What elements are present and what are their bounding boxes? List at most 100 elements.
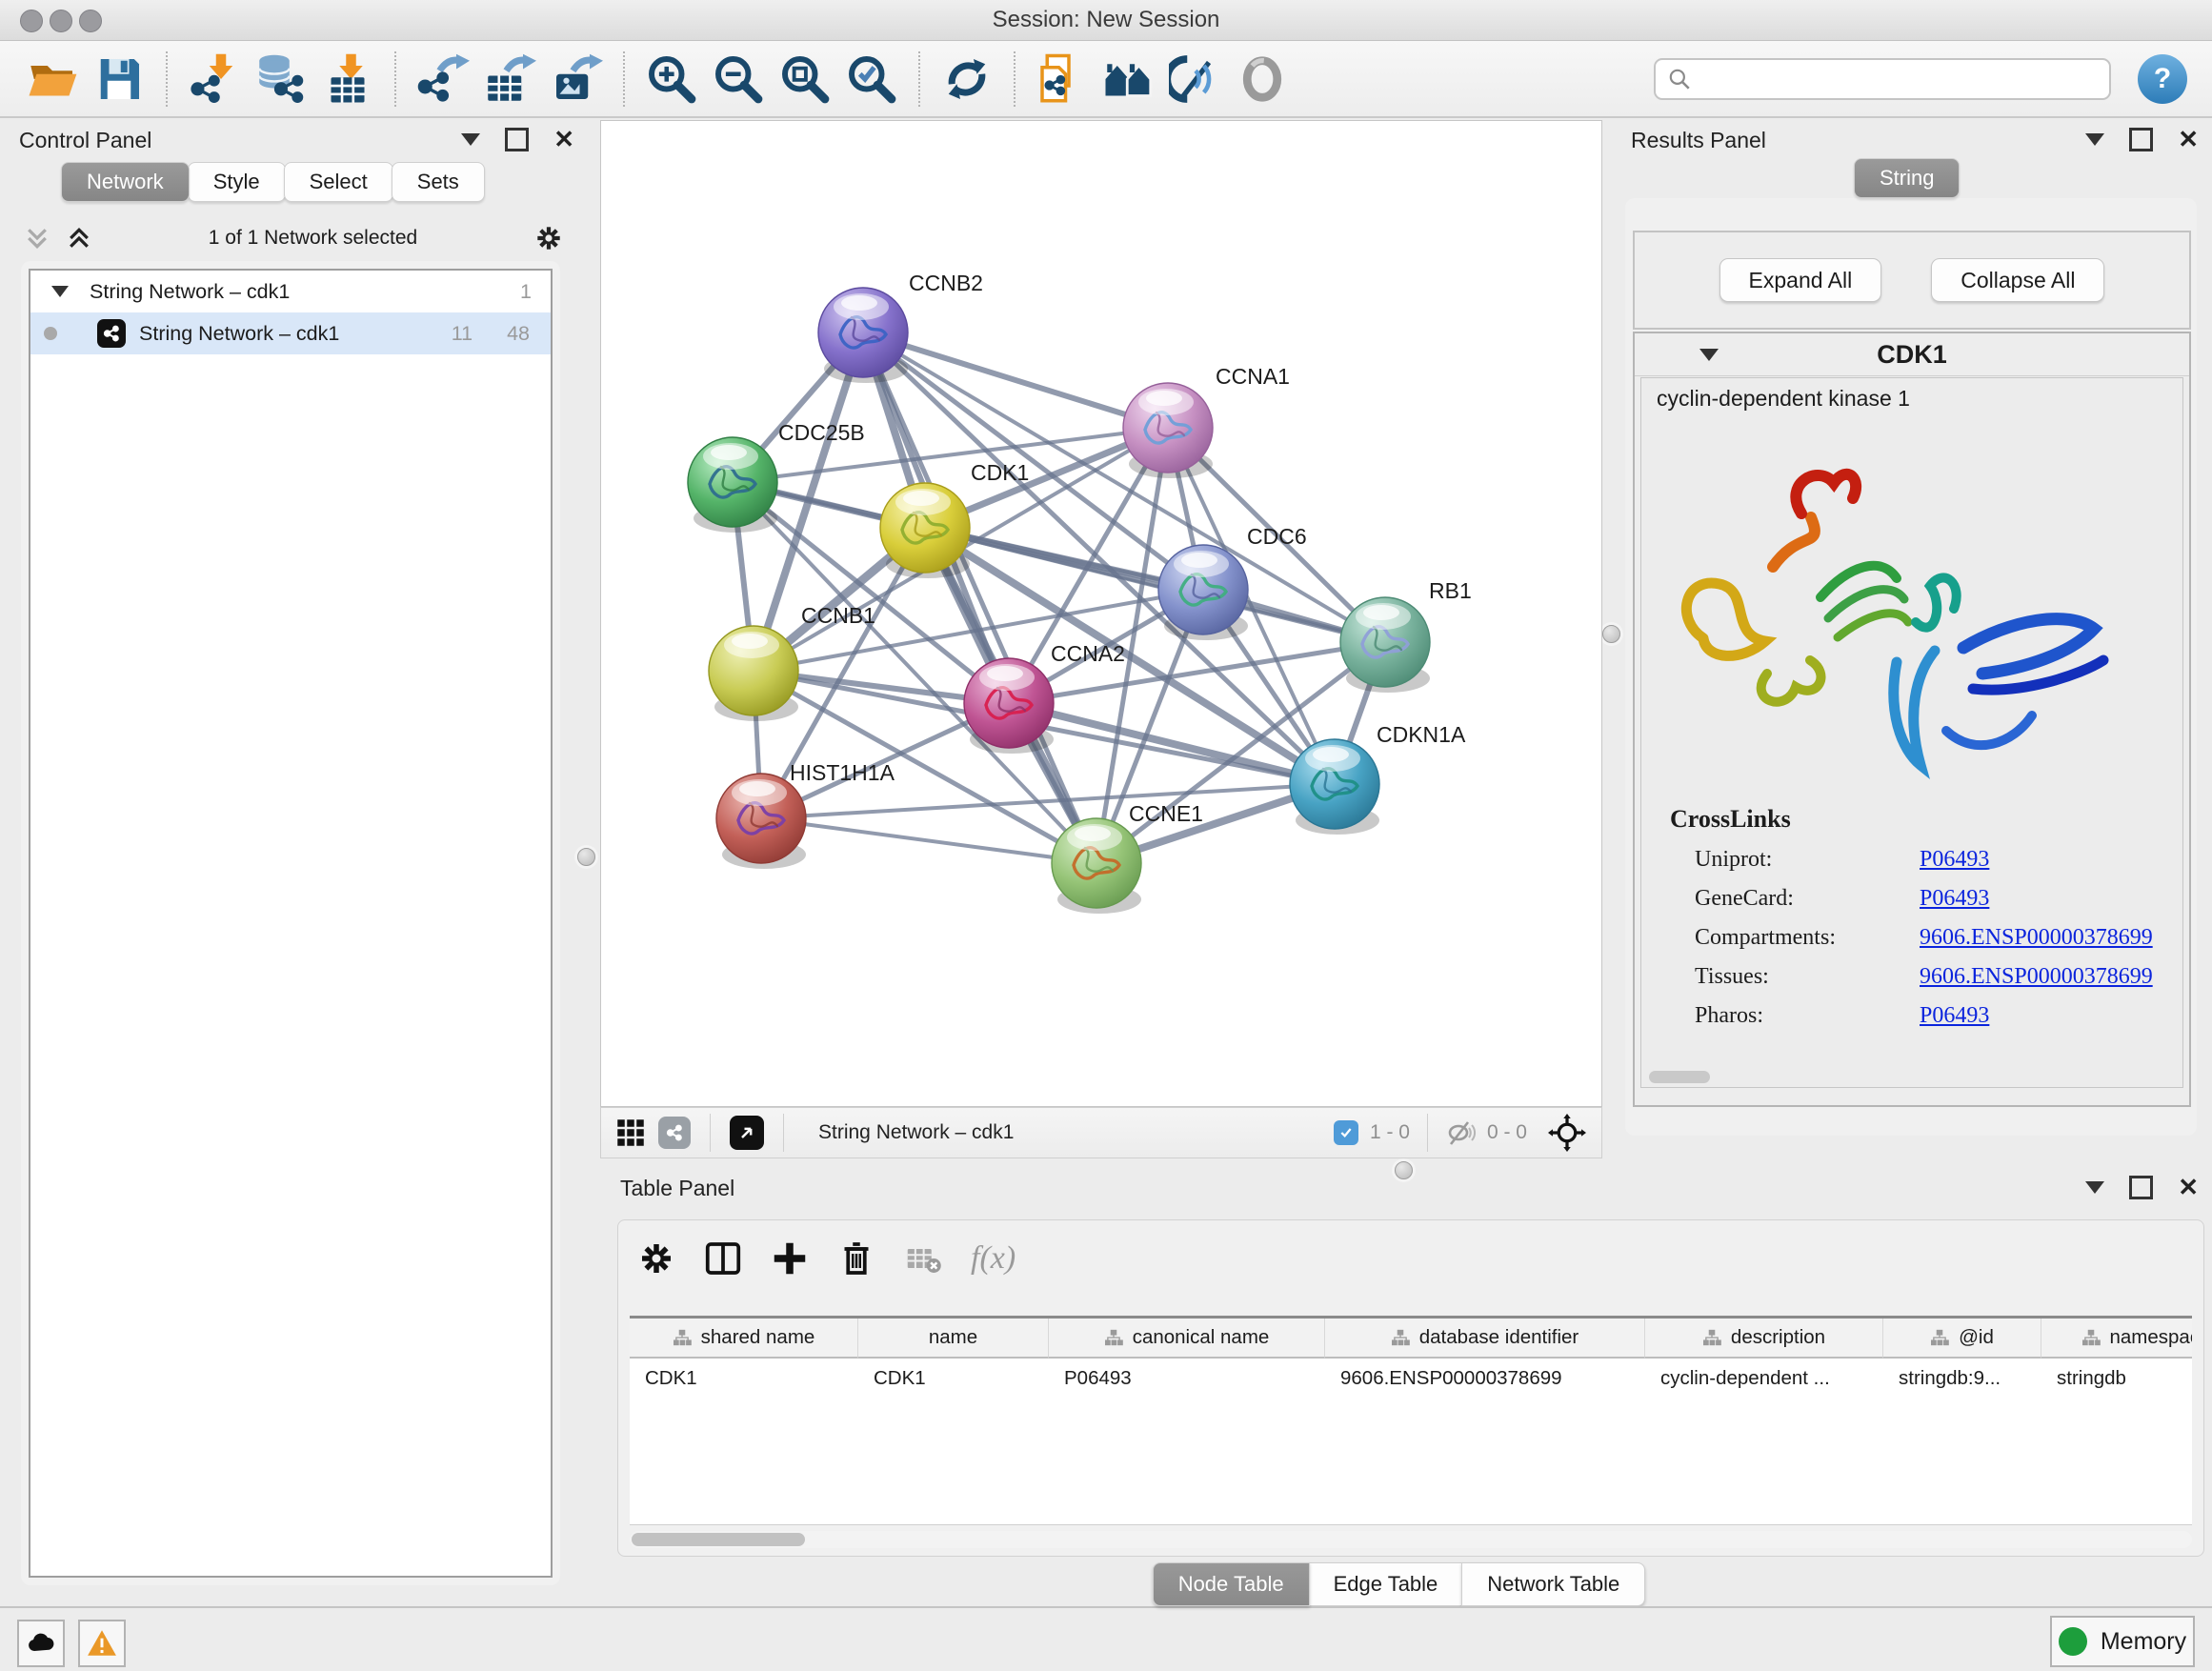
birds-eye-view-icon[interactable]	[1235, 51, 1290, 107]
show-columns-icon[interactable]	[704, 1239, 742, 1278]
crosslink-genecard-link[interactable]: P06493	[1920, 886, 1989, 912]
panel-menu-icon[interactable]	[2085, 133, 2104, 146]
network-edge-CCNB2-CCNE1[interactable]	[863, 332, 1096, 863]
column-header-shared-name[interactable]: shared name	[630, 1319, 858, 1359]
selected-checkbox-icon[interactable]	[1334, 1120, 1358, 1145]
show-graphics-details-icon[interactable]	[1168, 51, 1223, 107]
memory-button[interactable]: Memory	[2050, 1616, 2195, 1667]
collection-expander-icon[interactable]	[51, 286, 69, 297]
save-session-icon[interactable]	[91, 51, 147, 107]
network-edge-HIST1H1A-CCNE1[interactable]	[761, 818, 1096, 863]
crosslink-uniprot-link[interactable]: P06493	[1920, 847, 1989, 873]
tab-network-table[interactable]: Network Table	[1461, 1562, 1645, 1606]
delete-column-icon[interactable]	[837, 1239, 875, 1278]
network-node-CDC25B[interactable]	[688, 437, 777, 533]
network-canvas[interactable]: CCNB2CCNA1CDC25BCDK1CDC6RB1CCNB1CCNA2CDK…	[600, 120, 1602, 1107]
grid-view-icon[interactable]	[616, 1118, 645, 1147]
table-cell-description[interactable]: cyclin-dependent ...	[1645, 1359, 1883, 1399]
zoom-out-icon[interactable]	[711, 51, 766, 107]
table-cell-shared-name[interactable]: CDK1	[630, 1359, 858, 1399]
export-table-icon[interactable]	[482, 51, 537, 107]
string-homes-icon[interactable]	[1101, 51, 1156, 107]
network-row[interactable]: String Network – cdk1 11 48	[30, 312, 551, 354]
import-network-from-database-icon[interactable]	[253, 51, 309, 107]
import-network-from-file-icon[interactable]	[187, 51, 242, 107]
function-builder-icon[interactable]: f(x)	[971, 1240, 1016, 1277]
scrollbar-thumb[interactable]	[632, 1533, 805, 1546]
network-node-HIST1H1A[interactable]	[716, 774, 806, 869]
float-panel-icon[interactable]	[505, 128, 529, 151]
collapse-all-button[interactable]: Collapse All	[1931, 258, 2104, 302]
open-view-icon[interactable]	[730, 1116, 764, 1150]
tab-node-table[interactable]: Node Table	[1153, 1562, 1310, 1606]
network-node-CDC6[interactable]	[1158, 545, 1248, 640]
network-node-CDK1[interactable]	[880, 483, 970, 578]
column-header--id[interactable]: @id	[1883, 1319, 2041, 1359]
help-button[interactable]: ?	[2138, 54, 2187, 104]
panel-menu-icon[interactable]	[2085, 1181, 2104, 1194]
tab-style[interactable]: Style	[188, 162, 286, 202]
crosslink-tissues-link[interactable]: 9606.ENSP00000378699	[1920, 964, 2153, 990]
expand-all-icon[interactable]	[65, 224, 93, 252]
export-image-icon[interactable]	[549, 51, 604, 107]
table-cell-database-identifier[interactable]: 9606.ENSP00000378699	[1325, 1359, 1645, 1399]
tab-sets[interactable]: Sets	[392, 162, 485, 202]
import-table-from-file-icon[interactable]	[320, 51, 375, 107]
network-node-CCNA2[interactable]	[964, 658, 1054, 754]
crosslink-pharos-link[interactable]: P06493	[1920, 1003, 1989, 1029]
column-header-name[interactable]: name	[858, 1319, 1049, 1359]
zoom-fit-icon[interactable]	[777, 51, 833, 107]
tab-network[interactable]: Network	[61, 162, 190, 202]
table-cell-namespace[interactable]: stringdb	[2041, 1359, 2192, 1399]
zoom-selected-icon[interactable]	[844, 51, 899, 107]
network-node-RB1[interactable]	[1340, 597, 1430, 693]
tab-string[interactable]: String	[1854, 158, 1960, 198]
table-cell-canonical-name[interactable]: P06493	[1049, 1359, 1325, 1399]
table-cell-name[interactable]: CDK1	[858, 1359, 1049, 1399]
warnings-button[interactable]	[78, 1620, 126, 1667]
add-column-icon[interactable]	[771, 1239, 809, 1278]
close-panel-icon[interactable]: ✕	[2178, 131, 2199, 149]
pan-crosshair-icon[interactable]	[1548, 1114, 1586, 1152]
network-options-gear-icon[interactable]	[533, 222, 565, 254]
cloud-button[interactable]	[17, 1620, 65, 1667]
column-header-database-identifier[interactable]: database identifier	[1325, 1319, 1645, 1359]
network-node-CCNB2[interactable]	[818, 288, 908, 383]
search-input[interactable]	[1692, 67, 2098, 91]
zoom-in-icon[interactable]	[644, 51, 699, 107]
section-expander-icon[interactable]	[1699, 349, 1719, 361]
crosslink-compartments-link[interactable]: 9606.ENSP00000378699	[1920, 925, 2153, 951]
panel-menu-icon[interactable]	[461, 133, 480, 146]
search-box[interactable]	[1654, 58, 2111, 100]
table-options-gear-icon[interactable]	[637, 1239, 675, 1278]
network-node-CCNB1[interactable]	[709, 626, 798, 721]
column-header-namespace[interactable]: namespace	[2041, 1319, 2192, 1359]
open-session-icon[interactable]	[25, 51, 80, 107]
close-panel-icon[interactable]: ✕	[2178, 1178, 2199, 1197]
network-node-CDKN1A[interactable]	[1290, 739, 1379, 835]
network-edge-CCNB2-CCNA1[interactable]	[863, 332, 1168, 428]
network-node-CCNA1[interactable]	[1123, 383, 1213, 478]
float-panel-icon[interactable]	[2129, 128, 2153, 151]
table-row[interactable]: CDK1CDK1P064939606.ENSP00000378699cyclin…	[630, 1359, 2192, 1399]
tab-select[interactable]: Select	[284, 162, 393, 202]
update-network-icon[interactable]	[939, 51, 995, 107]
collapse-all-icon[interactable]	[23, 224, 51, 252]
table-horizontal-scrollbar[interactable]	[630, 1531, 2192, 1548]
float-panel-icon[interactable]	[2129, 1176, 2153, 1199]
results-horizontal-scrollbar[interactable]	[1649, 1071, 1710, 1083]
delete-table-icon[interactable]	[904, 1239, 942, 1278]
expand-all-button[interactable]: Expand All	[1719, 258, 1882, 302]
tab-edge-table[interactable]: Edge Table	[1308, 1562, 1464, 1606]
network-node-CCNE1[interactable]	[1052, 818, 1141, 914]
export-network-icon[interactable]	[415, 51, 471, 107]
left-splitter-handle[interactable]	[577, 848, 595, 866]
network-collection-row[interactable]: String Network – cdk1 1	[30, 271, 551, 312]
column-header-description[interactable]: description	[1645, 1319, 1883, 1359]
close-panel-icon[interactable]: ✕	[553, 131, 574, 149]
string-document-icon[interactable]	[1035, 51, 1090, 107]
network-share-icon[interactable]	[658, 1117, 691, 1149]
column-header-canonical-name[interactable]: canonical name	[1049, 1319, 1325, 1359]
table-cell--id[interactable]: stringdb:9...	[1883, 1359, 2041, 1399]
hidden-eye-icon[interactable]	[1445, 1117, 1476, 1148]
